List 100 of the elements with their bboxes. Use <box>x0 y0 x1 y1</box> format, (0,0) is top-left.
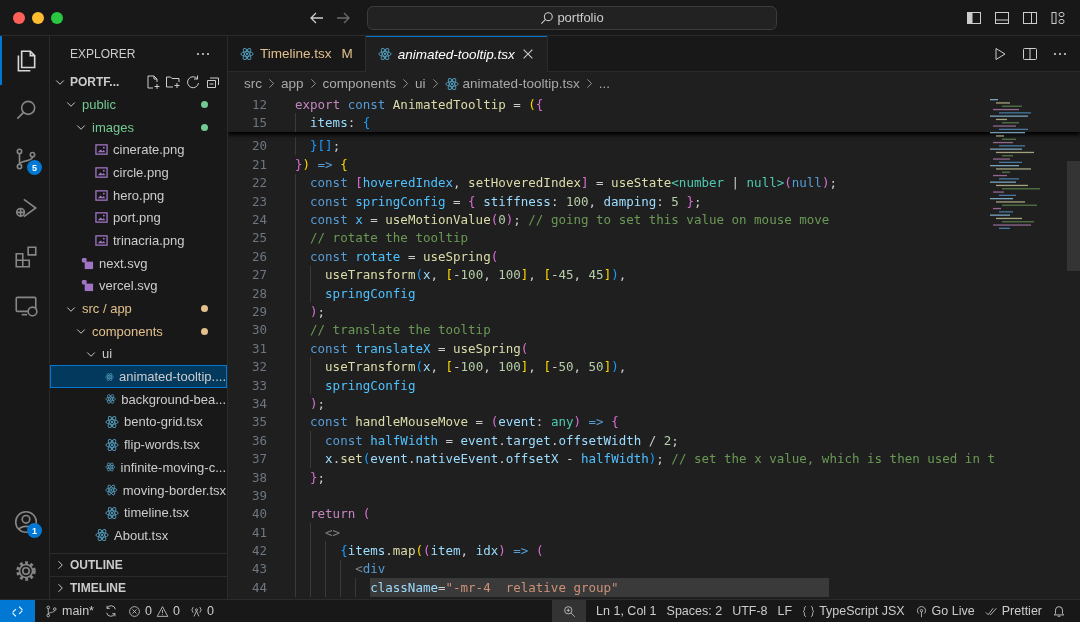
code-line: ); <box>310 303 326 321</box>
react-icon <box>105 392 117 407</box>
search-field[interactable]: portfolio <box>367 5 777 30</box>
sync-icon[interactable] <box>103 604 118 618</box>
status-item[interactable]: Spaces: 2 <box>666 604 723 618</box>
layout-icon[interactable] <box>1050 9 1066 26</box>
status-item[interactable]: Prettier <box>984 604 1042 618</box>
status-item[interactable]: Go Live <box>914 604 975 618</box>
line-number: 31 <box>250 340 267 356</box>
tree-item[interactable]: trinacria.png <box>50 229 227 252</box>
tree-item[interactable]: src / app <box>50 297 227 320</box>
tree-item[interactable]: About.tsx <box>50 524 227 547</box>
tree-item[interactable]: components <box>50 319 227 343</box>
chevron-icon <box>266 78 277 89</box>
line-number: 29 <box>250 304 267 319</box>
code-line: const x = useMotionValue(0); // going to set this value on mouse move <box>310 211 830 229</box>
react-icon <box>105 483 118 498</box>
code-line: <div <box>355 560 386 579</box>
tree-item[interactable]: timeline.tsx <box>50 501 227 525</box>
breadcrumb-item[interactable]: animated-tooltip.tsx <box>462 76 580 91</box>
problems-button[interactable]: 0 0 <box>127 604 180 618</box>
zoom-window-button[interactable] <box>51 11 63 24</box>
line-number: 30 <box>250 322 267 338</box>
code-line: useTransform(x, [-100, 100], [-50, 50]), <box>325 358 627 376</box>
activity-item[interactable]: 5 <box>0 134 49 183</box>
line-number: 35 <box>250 414 267 430</box>
code-line: }[]; <box>310 137 341 156</box>
react-icon <box>377 47 392 61</box>
line-number: 25 <box>250 230 267 246</box>
editor-tab[interactable]: Timeline.tsx M <box>228 36 366 71</box>
image-file-icon <box>95 211 108 225</box>
tree-item[interactable]: vercel.svg <box>50 274 227 298</box>
line-number: 44 <box>250 579 267 595</box>
branch-icon <box>45 604 58 618</box>
tree-item[interactable]: ui <box>50 342 227 366</box>
breadcrumb-item[interactable]: app <box>281 76 304 91</box>
editor-tab[interactable]: animated-tooltip.tsx <box>365 36 548 72</box>
line-number: 27 <box>250 267 267 283</box>
error-icon <box>127 604 141 618</box>
sidebar-toggle-icon[interactable] <box>966 9 982 26</box>
tree-item[interactable]: cinerate.png <box>50 138 227 162</box>
tree-item[interactable]: public <box>50 93 227 116</box>
image-file-icon <box>95 188 108 202</box>
refresh-icon[interactable] <box>185 74 201 90</box>
tree-item[interactable]: animated-tooltip.... <box>50 365 227 388</box>
ports-button[interactable]: 0 <box>189 604 214 618</box>
tree-item[interactable]: circle.png <box>50 161 227 184</box>
split-editor-icon[interactable] <box>1022 45 1038 62</box>
warning-icon <box>155 604 169 618</box>
line-number: 24 <box>250 212 267 228</box>
tree-item[interactable]: moving-border.tsx <box>50 478 227 502</box>
line-number: 41 <box>250 524 267 540</box>
line-number: 33 <box>250 377 267 393</box>
section-header[interactable]: TIMELINE <box>50 577 227 599</box>
code-line: }; <box>310 468 326 487</box>
code-line: ); <box>310 394 326 413</box>
tree-item[interactable]: flip-words.tsx <box>50 433 227 456</box>
close-window-button[interactable] <box>13 11 25 24</box>
status-item[interactable]: LF <box>777 604 793 618</box>
section-header[interactable]: PORTF... <box>50 71 227 93</box>
broadcast-icon <box>914 604 928 618</box>
tree-item[interactable]: infinite-moving-c... <box>50 456 227 479</box>
tree-item[interactable]: next.svg <box>50 251 227 275</box>
run-icon[interactable] <box>992 45 1008 62</box>
new-folder-icon[interactable] <box>165 74 181 90</box>
image-file-icon <box>95 143 108 157</box>
react-icon <box>105 505 119 520</box>
breadcrumb-item[interactable]: src <box>244 76 262 91</box>
zoom-button[interactable] <box>552 600 587 622</box>
status-item[interactable]: UTF-8 <box>732 604 768 618</box>
react-icon <box>105 437 119 452</box>
line-number: 28 <box>250 285 267 301</box>
collapse-all-icon[interactable] <box>205 74 221 90</box>
minimize-window-button[interactable] <box>32 11 44 24</box>
status-item[interactable]: Ln 1, Col 1 <box>596 604 657 618</box>
code-line: const springConfig = { stiffness: 100, damping: 5 }; <box>310 192 702 211</box>
bell-icon[interactable] <box>1052 604 1066 618</box>
new-file-icon[interactable] <box>145 74 161 90</box>
status-item[interactable]: TypeScript JSX <box>802 604 905 618</box>
remote-button[interactable] <box>0 600 35 622</box>
secondary-sidebar-icon[interactable] <box>1022 9 1038 26</box>
tree-item[interactable]: images <box>50 115 227 139</box>
breadcrumb-item[interactable]: components <box>322 76 397 91</box>
zoom-icon <box>562 604 576 618</box>
branch-button[interactable]: main* <box>45 604 94 618</box>
breadcrumb-item[interactable]: ui <box>415 76 426 91</box>
code-line: // translate the tooltip <box>310 321 491 340</box>
section-header[interactable]: OUTLINE <box>50 554 227 576</box>
activity-item[interactable]: 1 <box>0 497 49 546</box>
modified-marker: M <box>341 46 353 61</box>
tree-item[interactable]: background-bea... <box>50 387 227 411</box>
panel-toggle-icon[interactable] <box>994 9 1010 26</box>
line-number: 26 <box>250 248 267 264</box>
tree-item[interactable]: bento-grid.tsx <box>50 410 227 434</box>
tree-item[interactable]: hero.png <box>50 183 227 207</box>
tree-item[interactable]: port.png <box>50 206 227 230</box>
line-number: 38 <box>250 469 267 485</box>
breadcrumb-item[interactable]: ... <box>598 76 610 91</box>
braces-icon <box>802 604 816 618</box>
search-icon <box>540 10 555 25</box>
